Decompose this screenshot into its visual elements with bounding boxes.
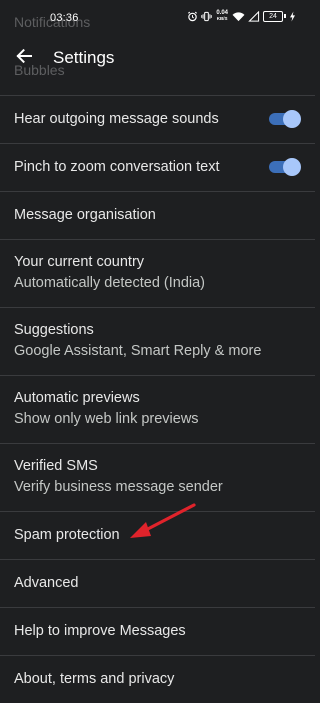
setting-advanced[interactable]: Advanced bbox=[0, 559, 315, 607]
battery-icon: 24 bbox=[263, 10, 286, 22]
setting-title: Spam protection bbox=[14, 527, 120, 543]
setting-summary: Automatically detected (India) bbox=[14, 275, 206, 291]
setting-title: Message organisation bbox=[14, 207, 156, 223]
status-time: 03:36 bbox=[50, 12, 79, 24]
setting-title: About, terms and privacy bbox=[14, 671, 175, 687]
setting-title: Verified SMS bbox=[14, 458, 98, 474]
alarm-icon bbox=[187, 11, 198, 22]
setting-title: Hear outgoing message sounds bbox=[14, 111, 219, 127]
setting-title: Help to improve Messages bbox=[14, 623, 186, 639]
background-bubbles-text: Bubbles bbox=[14, 62, 65, 78]
status-icons: 0.04 KB/S 24 bbox=[187, 10, 296, 22]
setting-hear-outgoing-sounds[interactable]: Hear outgoing message sounds bbox=[0, 95, 315, 143]
setting-help-improve-messages[interactable]: Help to improve Messages bbox=[0, 607, 315, 655]
setting-message-organisation[interactable]: Message organisation bbox=[0, 191, 315, 239]
setting-current-country[interactable]: Your current country Automatically detec… bbox=[0, 239, 315, 307]
setting-about-terms-privacy[interactable]: About, terms and privacy bbox=[0, 655, 315, 703]
setting-title: Your current country bbox=[14, 254, 145, 270]
wifi-icon bbox=[232, 11, 245, 22]
setting-pinch-to-zoom[interactable]: Pinch to zoom conversation text bbox=[0, 143, 315, 191]
settings-list: Hear outgoing message sounds Pinch to zo… bbox=[0, 95, 315, 703]
pinch-zoom-toggle[interactable] bbox=[269, 158, 301, 176]
setting-suggestions[interactable]: Suggestions Google Assistant, Smart Repl… bbox=[0, 307, 315, 375]
setting-title: Pinch to zoom conversation text bbox=[14, 159, 220, 175]
network-speed-unit: KB/S bbox=[216, 16, 228, 21]
signal-icon bbox=[248, 10, 260, 22]
setting-title: Advanced bbox=[14, 575, 79, 591]
setting-summary: Show only web link previews bbox=[14, 411, 199, 427]
setting-summary: Google Assistant, Smart Reply & more bbox=[14, 343, 262, 359]
hear-sounds-toggle[interactable] bbox=[269, 110, 301, 128]
setting-automatic-previews[interactable]: Automatic previews Show only web link pr… bbox=[0, 375, 315, 443]
setting-summary: Verify business message sender bbox=[14, 479, 223, 495]
setting-title: Automatic previews bbox=[14, 390, 140, 406]
status-bar: 03:36 0.04 KB/S 24 bbox=[0, 0, 315, 34]
network-speed-indicator: 0.04 KB/S bbox=[216, 10, 228, 22]
battery-level: 24 bbox=[263, 10, 283, 22]
annotation-arrow-icon bbox=[130, 503, 196, 538]
setting-title: Suggestions bbox=[14, 322, 94, 338]
vibrate-icon bbox=[201, 11, 213, 22]
charging-icon bbox=[289, 10, 296, 22]
